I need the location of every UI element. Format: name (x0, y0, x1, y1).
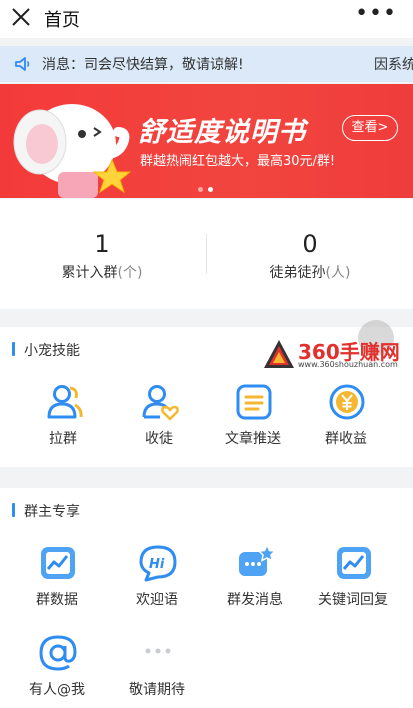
more-options-icon[interactable]: ••• (355, 3, 397, 25)
more-dots-icon (145, 648, 171, 654)
stat-groups-value: 1 (94, 230, 110, 258)
stat-disciples-value: 0 (302, 230, 318, 258)
owner-label: 敬请期待 (129, 682, 185, 698)
owner-title: 群主专享 (24, 504, 80, 520)
stat-groups-label-text: 累计入群 (61, 265, 118, 281)
skills-title: 小宠技能 (24, 343, 80, 359)
skill-group-income[interactable]: 群收益 (301, 383, 391, 447)
owner-label: 欢迎语 (136, 592, 178, 608)
speaker-icon (15, 57, 30, 71)
elephant-mascot-icon (13, 104, 132, 198)
owner-coming-soon: 敬请期待 (112, 634, 202, 698)
skill-pull-group[interactable]: 拉群 (18, 383, 108, 447)
yen-coin-icon (329, 384, 365, 420)
section-marker (12, 503, 15, 517)
section-marker (12, 342, 15, 356)
banner-headline: 舒适度说明书 (138, 117, 306, 148)
users-icon (47, 385, 83, 419)
banner-dot[interactable] (208, 187, 213, 192)
banner-view-button[interactable]: 查看> (342, 115, 398, 141)
watermark-logo: 360手赚网 www.360shouzhuan.com (262, 336, 412, 376)
owner-group-data[interactable]: 群数据 (12, 544, 102, 608)
owner-keyword-reply[interactable]: 关键词回复 (308, 544, 398, 608)
at-icon (39, 635, 77, 671)
page-title: 首页 (44, 10, 80, 31)
svg-text:Hi: Hi (149, 557, 165, 572)
top-bar: 首页 ••• (0, 0, 413, 38)
skill-recruit[interactable]: 收徒 (114, 383, 204, 447)
chart-icon (41, 547, 75, 579)
watermark-logo-icon (264, 340, 294, 368)
notice-bar[interactable]: 消息：司会尽快结算，敬请谅解! 因系统 (0, 46, 413, 82)
owner-label: 群数据 (36, 592, 78, 608)
skill-article-push[interactable]: 文章推送 (208, 383, 298, 447)
owner-label: 关键词回复 (318, 592, 388, 608)
stat-disciples-label: 徒弟徒孙(人) (230, 262, 390, 282)
owner-broadcast[interactable]: 群发消息 (210, 544, 300, 608)
watermark-url: www.360shouzhuan.com (298, 360, 398, 369)
skill-label: 收徒 (145, 431, 173, 447)
user-heart-icon (142, 385, 179, 421)
owner-welcome[interactable]: Hi 欢迎语 (112, 544, 202, 608)
stats-divider (206, 234, 207, 274)
skill-label: 文章推送 (225, 431, 281, 447)
close-icon[interactable] (10, 6, 32, 28)
hi-bubble-icon: Hi (139, 545, 177, 582)
notice-message: 消息：司会尽快结算，敬请谅解! (42, 57, 244, 73)
owner-mentioned[interactable]: 有人@我 (12, 634, 102, 698)
owner-label: 群发消息 (227, 592, 283, 608)
stat-groups-unit: (个) (117, 265, 143, 281)
banner-dot[interactable] (198, 187, 203, 192)
stat-disciples-label-text: 徒弟徒孙 (269, 265, 326, 281)
banner-subline: 群越热闹红包越大，最高30元/群! (140, 154, 336, 169)
stats-panel: 1 累计入群(个) 0 徒弟徒孙(人) (0, 199, 413, 309)
owner-section: 群主专享 群数据 Hi 欢迎语 群发消息 关键词回复 有人@我 敬请期待 (0, 488, 413, 708)
keyword-reply-icon (337, 547, 371, 579)
broadcast-message-icon (239, 544, 276, 576)
document-icon (236, 384, 272, 420)
stat-groups-label: 累计入群(个) (22, 262, 182, 282)
owner-label: 有人@我 (29, 682, 85, 698)
skill-label: 群收益 (325, 431, 367, 447)
skill-label: 拉群 (49, 431, 77, 447)
promo-banner[interactable]: 舒适度说明书 群越热闹红包越大，最高30元/群! 查看> (0, 84, 413, 198)
notice-message-tail: 因系统 (374, 57, 413, 73)
stat-disciples-unit: (人) (325, 265, 351, 281)
